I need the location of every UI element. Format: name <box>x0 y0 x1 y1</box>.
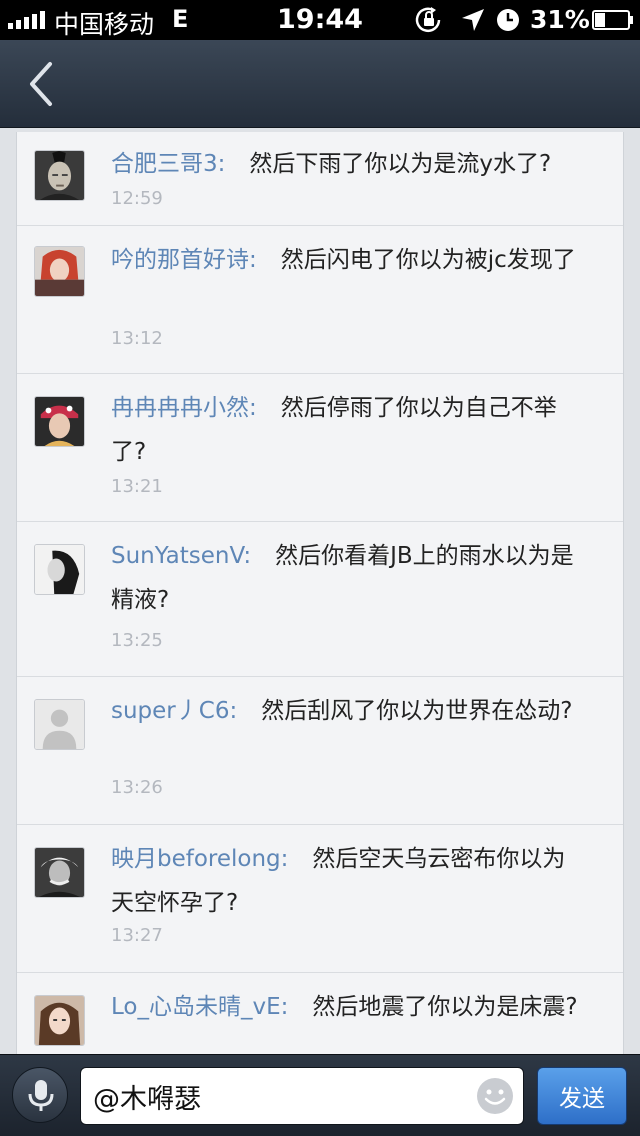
comment-time: 13:26 <box>111 777 163 798</box>
comment-text: SunYatsenV: 然后你看着JB上的雨水以为是精液? <box>111 534 581 622</box>
comment-time: 12:59 <box>111 188 163 209</box>
avatar[interactable] <box>34 699 85 750</box>
comment-body: 然后下雨了你以为是流y水了? <box>249 151 552 177</box>
username-link[interactable]: super丿C6: <box>111 698 237 724</box>
navigation-bar <box>0 40 640 128</box>
comment-item[interactable]: SunYatsenV: 然后你看着JB上的雨水以为是精液? 13:25 <box>17 522 623 677</box>
avatar[interactable] <box>34 150 85 201</box>
username-link[interactable]: SunYatsenV: <box>111 543 251 569</box>
comment-text: 冉冉冉冉小然: 然后停雨了你以为自己不举了? <box>111 386 581 474</box>
back-button[interactable] <box>20 58 64 110</box>
avatar[interactable] <box>34 544 85 595</box>
comment-item[interactable]: 合肥三哥3: 然后下雨了你以为是流y水了? 12:59 <box>17 132 623 226</box>
status-bar: 中国移动 E 19:44 31% <box>0 0 640 40</box>
emoji-icon[interactable] <box>476 1077 514 1115</box>
avatar[interactable] <box>34 847 85 898</box>
avatar[interactable] <box>34 246 85 297</box>
comment-item[interactable]: 冉冉冉冉小然: 然后停雨了你以为自己不举了? 13:21 <box>17 374 623 522</box>
username-link[interactable]: 冉冉冉冉小然: <box>111 395 257 421</box>
comment-body: 然后地震了你以为是床震? <box>312 994 578 1020</box>
comment-time: 13:21 <box>111 476 163 497</box>
comment-time: 13:27 <box>111 925 163 946</box>
reply-input-bar: 发送 <box>0 1054 640 1136</box>
comment-item[interactable]: 吟的那首好诗: 然后闪电了你以为被jc发现了 13:12 <box>17 226 623 374</box>
microphone-icon <box>28 1080 54 1111</box>
comment-item[interactable]: super丿C6: 然后刮风了你以为世界在怂动? 13:26 <box>17 677 623 825</box>
comment-list: 合肥三哥3: 然后下雨了你以为是流y水了? 12:59 吟的那首好诗: 然后闪电了你… <box>16 132 624 1054</box>
comment-item[interactable]: 映月beforelong: 然后空天乌云密布你以为天空怀孕了? 13:27 <box>17 825 623 973</box>
alarm-clock-icon <box>497 9 519 31</box>
rotation-lock-icon <box>415 7 441 33</box>
comment-list-area[interactable]: 合肥三哥3: 然后下雨了你以为是流y水了? 12:59 吟的那首好诗: 然后闪电了你… <box>0 128 640 1054</box>
comment-text: 映月beforelong: 然后空天乌云密布你以为天空怀孕了? <box>111 837 581 925</box>
avatar[interactable] <box>34 995 85 1046</box>
username-link[interactable]: 吟的那首好诗: <box>111 247 257 273</box>
username-link[interactable]: 映月beforelong: <box>111 846 288 872</box>
comment-text: Lo_心岛未晴_vE: 然后地震了你以为是床震? <box>111 985 581 1029</box>
send-button[interactable]: 发送 <box>537 1067 627 1125</box>
comment-time: 13:12 <box>111 328 163 349</box>
comment-text: 合肥三哥3: 然后下雨了你以为是流y水了? <box>111 142 581 186</box>
avatar[interactable] <box>34 396 85 447</box>
battery-percent: 31% <box>530 5 590 34</box>
battery-icon <box>592 10 633 30</box>
comment-item[interactable]: Lo_心岛未晴_vE: 然后地震了你以为是床震? <box>17 973 623 1054</box>
comment-body: 然后闪电了你以为被jc发现了 <box>280 247 576 273</box>
location-arrow-icon <box>462 9 484 31</box>
comment-text: super丿C6: 然后刮风了你以为世界在怂动? <box>111 689 581 733</box>
voice-input-button[interactable] <box>12 1067 68 1123</box>
username-link[interactable]: Lo_心岛未晴_vE: <box>111 994 288 1020</box>
comment-time: 13:25 <box>111 630 163 651</box>
username-link[interactable]: 合肥三哥3: <box>111 151 225 177</box>
comment-body: 然后刮风了你以为世界在怂动? <box>261 698 573 724</box>
comment-text: 吟的那首好诗: 然后闪电了你以为被jc发现了 <box>111 238 581 282</box>
reply-input[interactable] <box>80 1067 524 1125</box>
